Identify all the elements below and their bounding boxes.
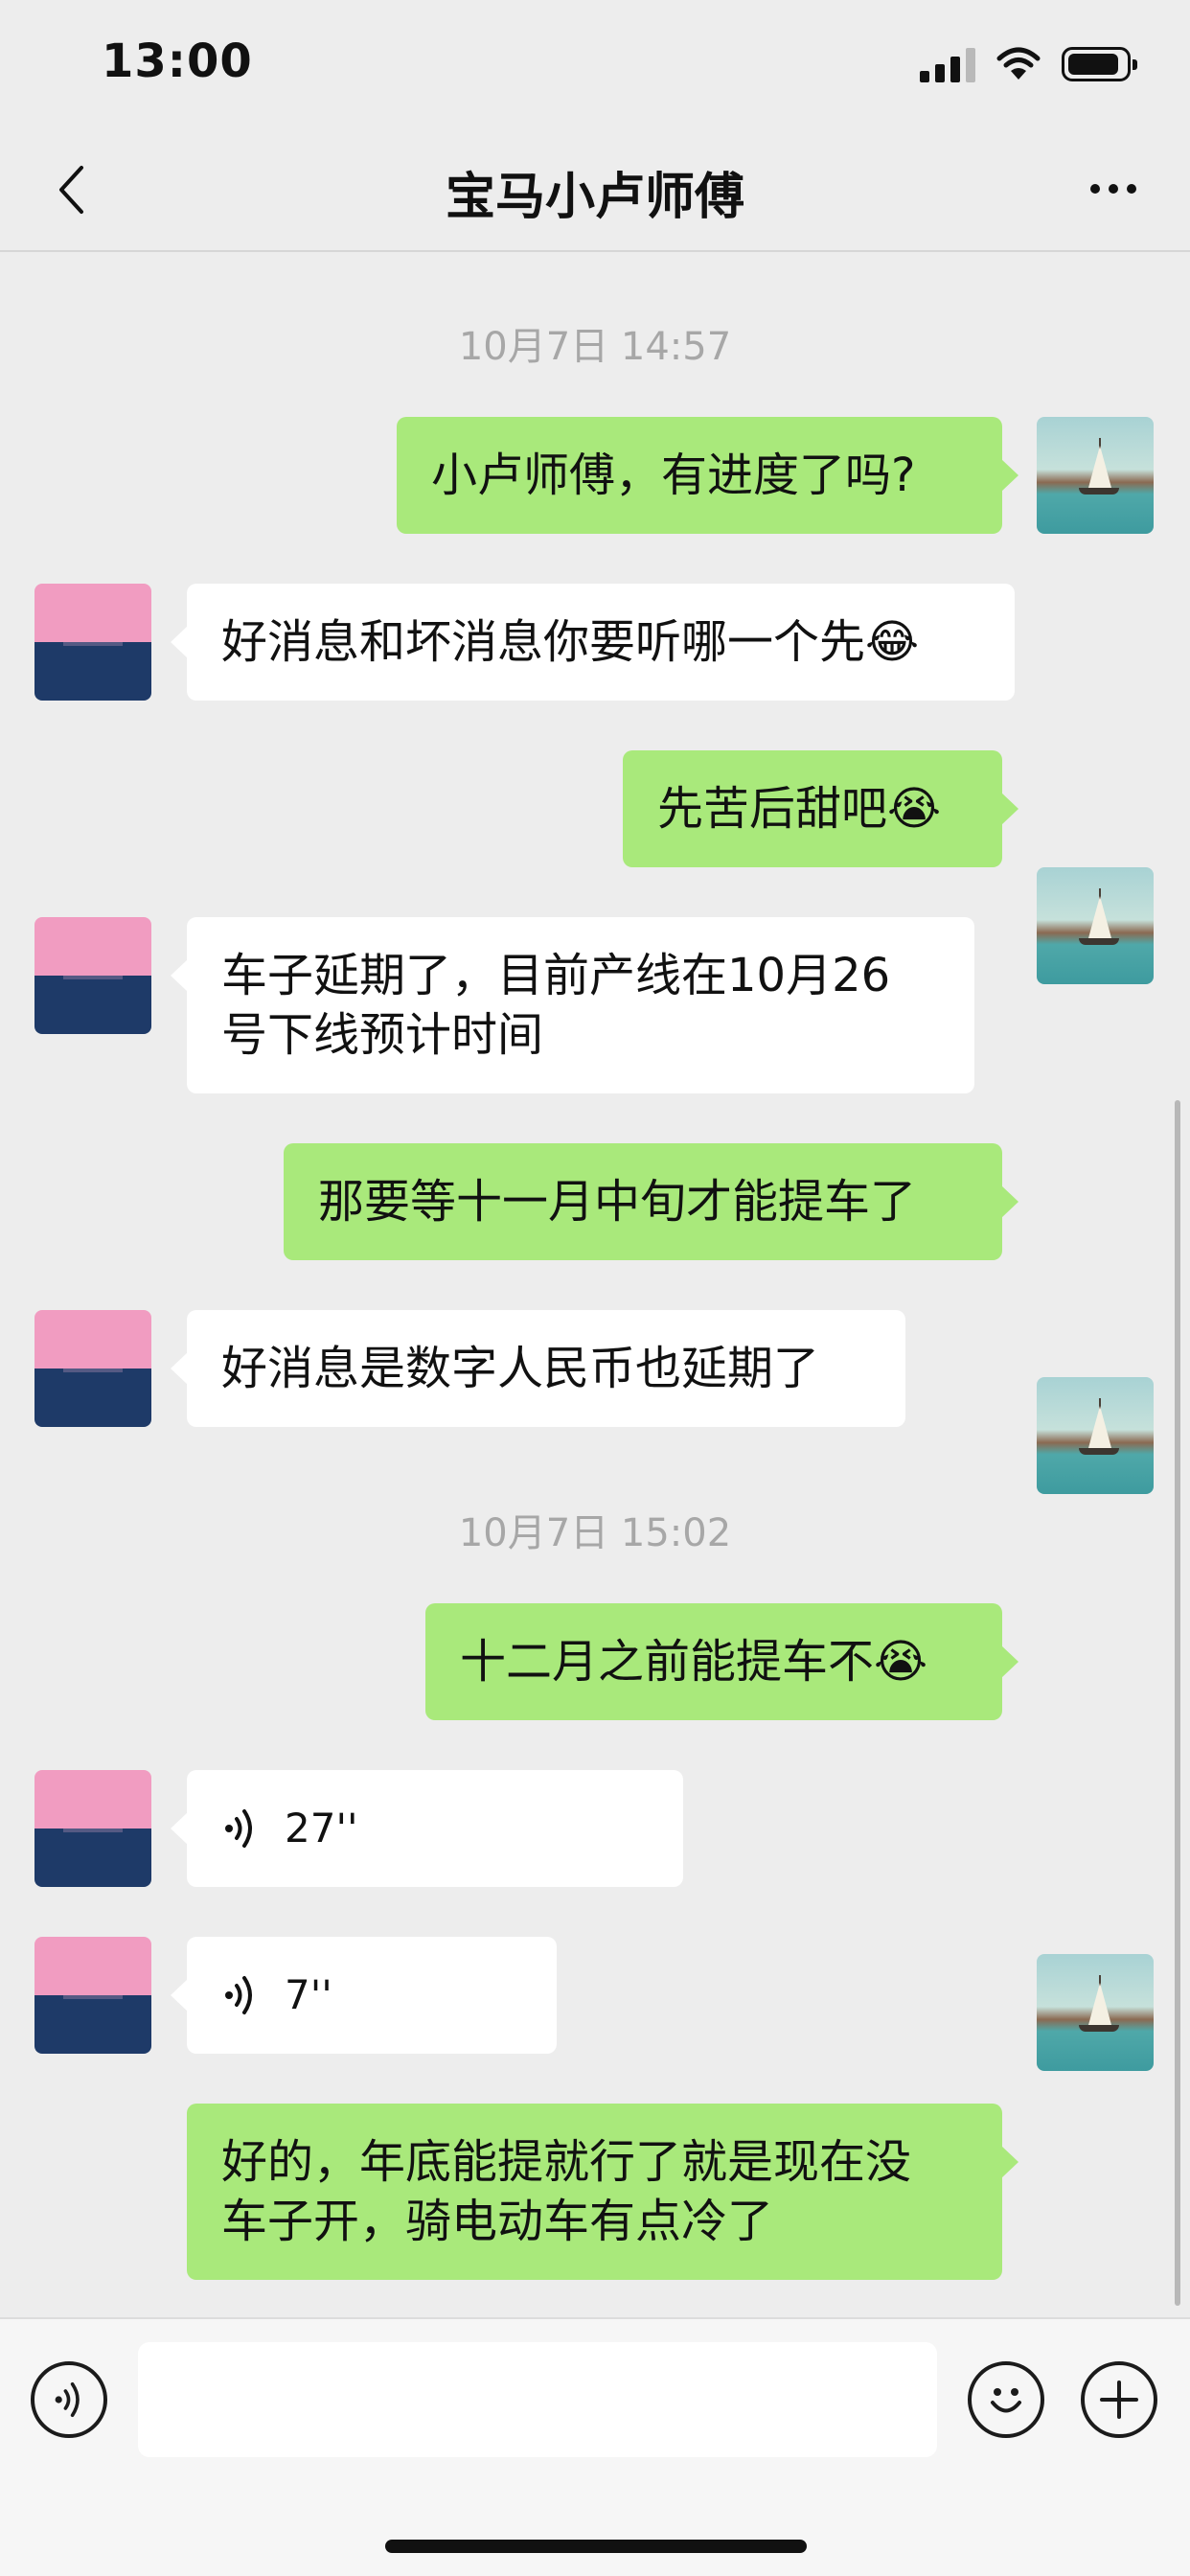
friend-avatar[interactable] (34, 1770, 151, 1887)
message-bubble-out[interactable]: 小卢师傅，有进度了吗? (397, 417, 1018, 534)
scrollbar[interactable] (1175, 1100, 1180, 2306)
voice-message[interactable]: 7'' (171, 1937, 557, 2054)
voice-duration: 7'' (285, 1971, 332, 2018)
my-avatar[interactable] (1037, 867, 1154, 984)
voice-message[interactable]: 27'' (171, 1770, 683, 1887)
signal-icon (920, 46, 975, 82)
message-bubble-in[interactable]: 好消息是数字人民币也延期了 (171, 1310, 905, 1427)
voice-wave-icon (225, 1809, 252, 1848)
timestamp: 10月7日 14:57 (458, 325, 732, 369)
voice-wave-icon (225, 1976, 252, 2014)
message-bubble-out[interactable]: 先苦后甜吧😭 (623, 750, 1018, 867)
message-bubble-in[interactable]: 好消息和坏消息你要听哪一个先😂 (171, 584, 1015, 701)
plus-icon (1100, 2380, 1138, 2419)
friend-avatar[interactable] (34, 584, 151, 701)
friend-avatar[interactable] (34, 917, 151, 1034)
chat-title: 宝马小卢师傅 (445, 169, 744, 226)
chat-area[interactable]: 10月7日 14:57 小卢师傅，有进度了吗? 好消息和坏消息你要听哪一个先😂 … (0, 252, 1190, 2317)
nav-bar: 宝马小卢师傅 (0, 129, 1190, 252)
battery-icon (1062, 47, 1137, 81)
more-button[interactable] (1085, 170, 1142, 208)
timestamp: 10月7日 15:02 (458, 1511, 732, 1555)
emoji-icon (991, 2388, 1021, 2413)
my-avatar[interactable] (1037, 1377, 1154, 1494)
friend-avatar[interactable] (34, 1937, 151, 2054)
message-bubble-out[interactable]: 那要等十一月中旬才能提车了 (284, 1143, 1018, 1260)
message-bubble-out[interactable]: 十二月之前能提车不😭 (425, 1603, 1018, 1720)
message-bubble-out[interactable]: 好的，年底能提就行了就是现在没 车子开，骑电动车有点冷了 (187, 2104, 1018, 2280)
plus-button[interactable] (1081, 2361, 1157, 2438)
home-indicator (385, 2540, 807, 2553)
my-avatar[interactable] (1037, 417, 1154, 534)
wifi-icon (996, 47, 1041, 80)
emoji-button[interactable] (968, 2361, 1044, 2438)
message-input[interactable] (138, 2342, 937, 2457)
status-time: 13:00 (102, 34, 253, 88)
message-bubble-in[interactable]: 车子延期了，目前产线在10月26 号下线预计时间 (171, 917, 974, 1093)
status-icons (920, 42, 1137, 86)
my-avatar[interactable] (1037, 1954, 1154, 2071)
input-bar (0, 2317, 1190, 2576)
status-bar: 13:00 (0, 0, 1190, 129)
voice-input-button[interactable] (31, 2361, 107, 2438)
voice-duration: 27'' (285, 1805, 358, 1852)
friend-avatar[interactable] (34, 1310, 151, 1427)
more-icon (1090, 184, 1100, 194)
voice-input-icon (55, 2382, 80, 2418)
